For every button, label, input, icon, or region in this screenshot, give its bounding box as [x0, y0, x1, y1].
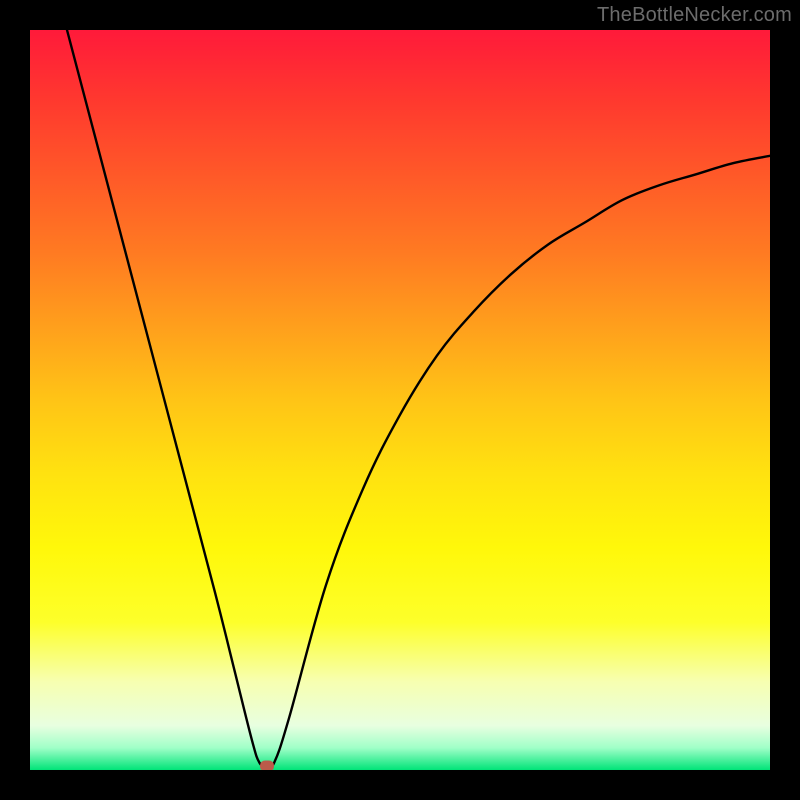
plot-area [30, 30, 770, 770]
optimal-point-marker [260, 761, 274, 770]
chart-frame: TheBottleNecker.com [0, 0, 800, 800]
watermark-text: TheBottleNecker.com [597, 4, 792, 27]
curve-svg [30, 30, 770, 770]
bottleneck-curve [67, 30, 770, 768]
